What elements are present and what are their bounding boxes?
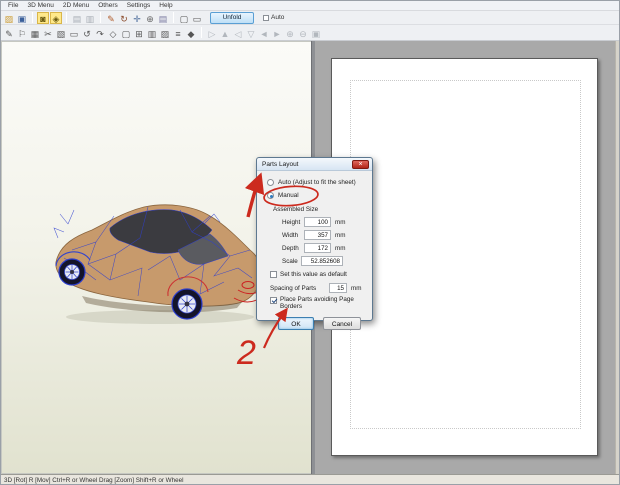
edit-tool-icon[interactable]: ▦ xyxy=(29,27,41,39)
disabled-tool-icon: ▲ xyxy=(220,28,230,39)
close-icon[interactable]: × xyxy=(352,160,369,169)
edit-tool-icon[interactable]: ✂ xyxy=(42,27,54,39)
assembled-size-label: Assembled Size xyxy=(273,206,319,213)
pepakura-window: File 3D Menu 2D Menu Others Settings Hel… xyxy=(0,0,620,485)
rotate-icon[interactable]: ↻ xyxy=(118,12,130,24)
ok-button[interactable]: OK xyxy=(278,317,314,330)
set-default-checkbox[interactable] xyxy=(270,271,277,278)
radio-manual-label[interactable]: Manual xyxy=(278,192,299,199)
radio-manual[interactable] xyxy=(267,192,274,199)
status-text: 3D [Rot] R [Mov] Ctrl+R or Wheel Drag [Z… xyxy=(4,477,184,484)
menu-2d[interactable]: 2D Menu xyxy=(59,2,93,9)
width-label: Width xyxy=(282,232,299,239)
dialog-title: Parts Layout xyxy=(262,160,299,168)
edit-tool-icon[interactable]: ↷ xyxy=(94,27,106,39)
edit-tool-icon[interactable]: ◇ xyxy=(107,27,119,39)
disabled-tool-icon: ▷ xyxy=(208,28,216,39)
move-icon[interactable]: ✛ xyxy=(131,12,143,24)
toolbar-separator xyxy=(66,12,67,23)
zoom-icon[interactable]: ⊕ xyxy=(144,12,156,24)
avoid-borders-checkbox[interactable] xyxy=(270,297,277,304)
menu-settings[interactable]: Settings xyxy=(123,2,155,9)
toolbar-separator xyxy=(173,12,174,23)
edit-tool-icon[interactable]: ⚐ xyxy=(16,27,28,39)
avoid-borders-label[interactable]: Place Parts avoiding Page Borders xyxy=(280,296,366,311)
height-unit: mm xyxy=(335,219,346,226)
radio-auto-label[interactable]: Auto (Adjust to fit the sheet) xyxy=(278,179,356,186)
menu-others[interactable]: Others xyxy=(94,2,122,9)
depth-input[interactable]: 172 xyxy=(304,243,331,253)
scale-input[interactable]: 52.852608 xyxy=(301,256,343,266)
edit-tool-icon[interactable]: ▥ xyxy=(146,27,158,39)
show-edges-icon[interactable]: ◈ xyxy=(50,11,62,24)
edit-tool-icon[interactable]: ↺ xyxy=(81,27,93,39)
page-portrait-icon[interactable]: ▢ xyxy=(178,12,190,24)
toolbar-main: ▨ ▣ ◙ ◈ ▤ ▥ ✎ ↻ ✛ ⊕ ▤ ▢ ▭ Unfold Auto xyxy=(1,11,619,25)
disabled-tool-icon: ▽ xyxy=(247,28,255,39)
status-bar: 3D [Rot] R [Mov] Ctrl+R or Wheel Drag [Z… xyxy=(1,474,619,484)
height-input[interactable]: 100 xyxy=(304,217,331,227)
disabled-tool-icon: ⊖ xyxy=(299,28,307,39)
disabled-tool-icon: ► xyxy=(272,28,282,39)
edit-tool-icon[interactable]: ≡ xyxy=(172,27,184,39)
depth-unit: mm xyxy=(335,245,346,252)
edit-tool-icon[interactable]: ▭ xyxy=(68,27,80,39)
cancel-button[interactable]: Cancel xyxy=(323,317,361,330)
disabled-tool-icon: ◁ xyxy=(234,28,242,39)
disabled-tool-icon: ◄ xyxy=(259,28,269,39)
vertical-scrollbar[interactable] xyxy=(615,41,619,474)
edit-tool-icon[interactable]: ▢ xyxy=(120,27,132,39)
texture-view-icon[interactable]: ◙ xyxy=(37,11,49,24)
width-unit: mm xyxy=(335,232,346,239)
auto-unfold-checkbox[interactable]: Auto xyxy=(263,14,284,21)
print-icon[interactable]: ▤ xyxy=(71,12,83,24)
parts-layout-dialog: Parts Layout × Auto (Adjust to fit the s… xyxy=(256,157,373,330)
dialog-titlebar[interactable]: Parts Layout × xyxy=(257,158,372,171)
sheet-margin xyxy=(350,80,581,429)
toolbar-separator xyxy=(201,27,202,38)
unfold-button[interactable]: Unfold xyxy=(210,11,254,24)
spacing-input[interactable]: 15 xyxy=(329,283,347,293)
paint-icon[interactable]: ✎ xyxy=(105,12,117,24)
page-landscape-icon[interactable]: ▭ xyxy=(191,12,203,24)
set-default-label[interactable]: Set this value as default xyxy=(280,271,347,278)
auto-checkbox-box[interactable] xyxy=(263,14,269,21)
disabled-tool-icon: ▣ xyxy=(311,28,321,39)
menu-3d[interactable]: 3D Menu xyxy=(23,2,57,9)
disabled-tool-icon: ⊕ xyxy=(286,28,294,39)
car-3d-model xyxy=(53,204,262,324)
width-input[interactable]: 357 xyxy=(304,230,331,240)
export-icon[interactable]: ▥ xyxy=(84,12,96,24)
scale-label: Scale xyxy=(282,258,298,265)
edit-tool-icon[interactable]: ⊞ xyxy=(133,27,145,39)
save-icon[interactable]: ▣ xyxy=(16,12,28,24)
toolbar-separator xyxy=(32,12,33,23)
spacing-label: Spacing of Parts xyxy=(270,285,317,292)
open-folder-icon[interactable]: ▨ xyxy=(3,12,15,24)
height-label: Height xyxy=(282,219,301,226)
depth-label: Depth xyxy=(282,245,299,252)
menu-bar: File 3D Menu 2D Menu Others Settings Hel… xyxy=(1,1,619,11)
edit-tool-icon[interactable]: ▨ xyxy=(159,27,171,39)
toolbar-secondary: ✎ ⚐ ▦ ✂ ▧ ▭ ↺ ↷ ◇ ▢ ⊞ ▥ ▨ ≡ ◆ ▷ ▲ ◁ ▽ ◄ ► ⊕ ⊖ ▣ xyxy=(1,25,619,41)
auto-checkbox-label: Auto xyxy=(271,14,285,21)
toolbar-separator xyxy=(100,12,101,23)
radio-auto[interactable] xyxy=(267,179,274,186)
layers-icon[interactable]: ▤ xyxy=(157,12,169,24)
menu-file[interactable]: File xyxy=(4,2,22,9)
edit-tool-icon[interactable]: ▧ xyxy=(55,27,67,39)
dialog-body: Auto (Adjust to fit the sheet) Manual As… xyxy=(257,171,372,330)
edit-tool-icon[interactable]: ◆ xyxy=(185,27,197,39)
menu-help[interactable]: Help xyxy=(155,2,176,9)
spacing-unit: mm xyxy=(351,285,362,292)
edit-tool-icon[interactable]: ✎ xyxy=(3,27,15,39)
